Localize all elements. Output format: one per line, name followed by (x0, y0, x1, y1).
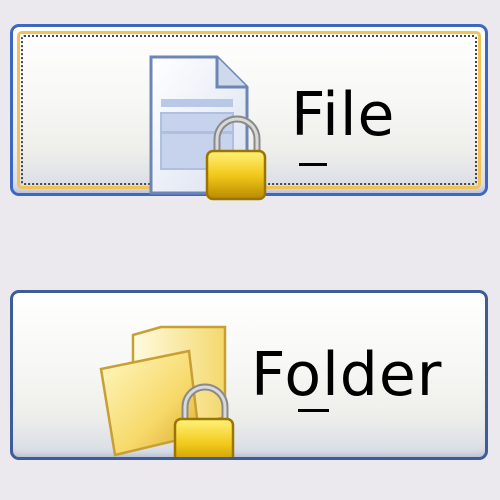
file-button-label: File (291, 80, 396, 150)
folder-button[interactable]: Folder (10, 290, 488, 460)
file-button[interactable]: File (10, 24, 488, 201)
dialog-area: File Folder (0, 0, 500, 500)
mnemonic-underline (298, 409, 329, 412)
folder-button-label: Folder (251, 340, 443, 410)
folder-lock-icon (99, 325, 235, 457)
file-lock-icon (149, 55, 267, 201)
mnemonic-underline (299, 163, 327, 166)
